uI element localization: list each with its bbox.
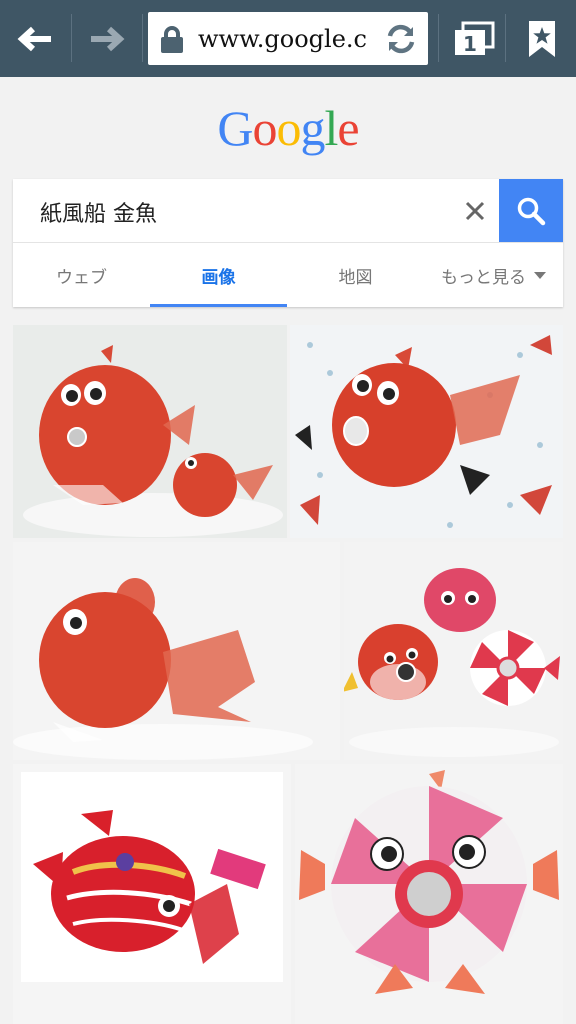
search-card: 紙風船 金魚 ウェブ 画像 地図 もっと見る	[13, 179, 563, 307]
logo-letter: e	[337, 100, 359, 156]
logo-letter: o	[252, 100, 278, 156]
google-logo: Google	[0, 98, 576, 158]
tab-web[interactable]: ウェブ	[13, 243, 150, 307]
toolbar-separator	[438, 14, 439, 62]
close-icon	[465, 201, 485, 221]
browser-toolbar: www.google.c 1	[0, 0, 576, 77]
tab-more-label: もっと見る	[441, 267, 526, 288]
forward-button[interactable]	[72, 0, 142, 77]
bookmark-icon	[529, 20, 555, 57]
back-button[interactable]	[0, 0, 70, 77]
image-result[interactable]	[13, 325, 287, 538]
tab-count: 1	[463, 32, 477, 56]
forward-arrow-icon	[91, 26, 125, 51]
tab-maps[interactable]: 地図	[287, 243, 424, 307]
search-input[interactable]: 紙風船 金魚	[40, 196, 157, 228]
back-arrow-icon	[17, 26, 51, 51]
address-bar[interactable]: www.google.c	[148, 12, 428, 65]
logo-letter: G	[217, 100, 253, 156]
url-text[interactable]: www.google.c	[198, 24, 374, 54]
search-button[interactable]	[499, 179, 563, 243]
clear-button[interactable]	[453, 189, 497, 233]
search-icon	[517, 197, 546, 226]
tab-images[interactable]: 画像	[150, 243, 287, 307]
goldfish-balloon-image	[290, 325, 563, 538]
logo-letter: o	[276, 100, 302, 156]
reload-icon[interactable]	[384, 22, 418, 56]
pufferfish-balloon-image	[344, 542, 563, 760]
toolbar-separator	[505, 14, 506, 62]
image-result[interactable]	[344, 542, 563, 760]
tabs-icon: 1	[455, 21, 495, 56]
tabs-button[interactable]: 1	[448, 0, 500, 77]
chevron-down-icon	[534, 271, 546, 279]
image-result[interactable]	[13, 542, 340, 760]
goldfish-balloon-image	[13, 542, 340, 760]
tab-more[interactable]: もっと見る	[424, 243, 563, 307]
image-result[interactable]	[290, 325, 563, 538]
goldfish-balloon-image	[13, 764, 291, 1024]
toolbar-separator	[142, 14, 143, 62]
bookmark-button[interactable]	[512, 0, 572, 77]
image-result[interactable]	[295, 764, 563, 1024]
lock-icon	[161, 26, 183, 53]
goldfish-balloon-image	[13, 325, 287, 538]
logo-letter: g	[300, 100, 326, 156]
logo-letter: l	[324, 100, 339, 156]
pufferfish-balloon-image	[295, 764, 563, 1024]
image-result[interactable]	[13, 764, 291, 1024]
